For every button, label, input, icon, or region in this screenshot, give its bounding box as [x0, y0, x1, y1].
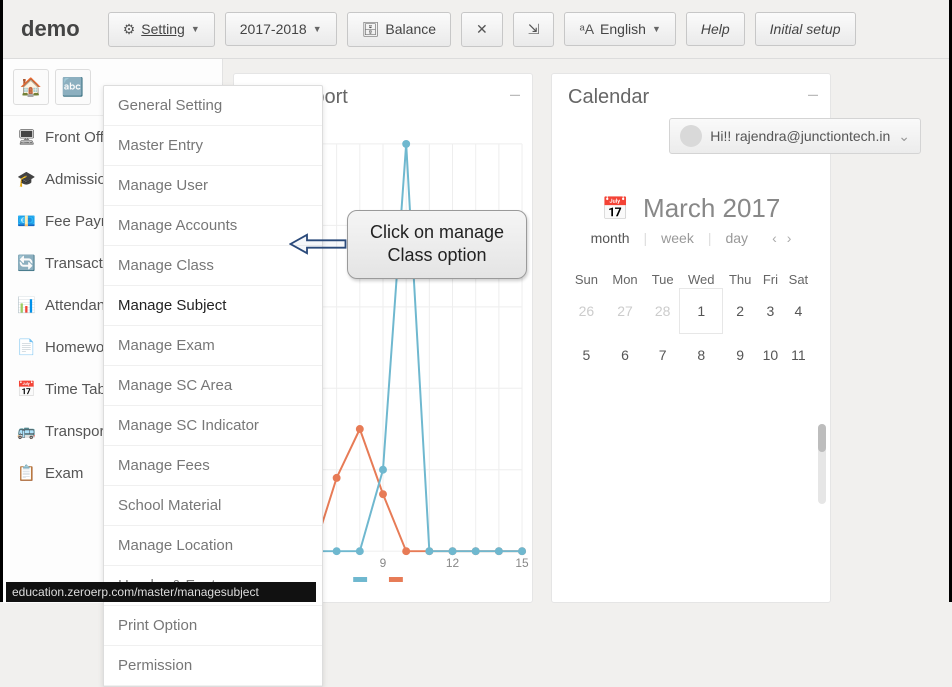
dropdown-item[interactable]: Manage SC Area: [104, 366, 322, 406]
balance-label: Balance: [385, 21, 436, 37]
callout-line2: Class option: [370, 244, 504, 267]
diagonal-arrows-icon: ⇲: [528, 21, 540, 38]
user-menu-button[interactable]: Hi!! rajendra@junctiontech.in ⌄: [669, 118, 921, 154]
calendar-dow: Mon: [605, 268, 645, 289]
initial-setup-button[interactable]: Initial setup: [755, 12, 856, 46]
sidebar-item-label: Transport: [45, 423, 109, 440]
resize-button[interactable]: ⇲: [513, 12, 555, 47]
calendar-scrollbar[interactable]: [818, 424, 826, 504]
tab-month[interactable]: month: [591, 230, 630, 246]
arrow-icon: [289, 233, 347, 255]
calendar-next-button[interactable]: ›: [787, 230, 792, 246]
calendar-cell[interactable]: 26: [568, 289, 605, 333]
calendar-cell[interactable]: 2: [722, 289, 758, 333]
avatar-icon: [680, 125, 702, 147]
sidebar-item-icon: 📊: [17, 296, 35, 314]
dropdown-item[interactable]: Manage User: [104, 166, 322, 206]
dropdown-item[interactable]: Manage SC Indicator: [104, 406, 322, 446]
sidebar-item-icon: 🖥: [17, 128, 35, 146]
top-toolbar: demo ⚙ Setting ▼ 2017-2018 ▼ 🗄 Balance ✕…: [3, 0, 949, 59]
sidebar-item-icon: 📄: [17, 338, 35, 356]
calendar-cell[interactable]: 11: [783, 333, 814, 377]
dropdown-item[interactable]: Manage Location: [104, 526, 322, 566]
calendar-prev-button[interactable]: ‹: [772, 230, 777, 246]
dropdown-item[interactable]: Permission: [104, 646, 322, 686]
year-dropdown-button[interactable]: 2017-2018 ▼: [225, 12, 337, 46]
chevron-down-icon: ▼: [652, 24, 661, 34]
language-dropdown-button[interactable]: ᵃA English ▼: [564, 12, 675, 46]
help-label: Help: [701, 21, 730, 37]
chevron-down-icon: ⌄: [898, 128, 910, 145]
calendar-cell[interactable]: 4: [783, 289, 814, 333]
dropdown-item[interactable]: General Setting: [104, 86, 322, 126]
setting-dropdown-button[interactable]: ⚙ Setting ▼: [108, 12, 215, 47]
calendar-cell[interactable]: 27: [605, 289, 645, 333]
dropdown-item[interactable]: Manage Fees: [104, 446, 322, 486]
home-button[interactable]: 🏠: [13, 69, 49, 105]
initial-setup-label: Initial setup: [770, 21, 841, 37]
sidebar-item-label: Exam: [45, 465, 83, 482]
app-logo: demo: [15, 10, 90, 48]
calendar-cell[interactable]: 28: [645, 289, 680, 333]
status-bar: education.zeroerp.com/master/managesubje…: [6, 582, 316, 602]
collapse-button[interactable]: –: [808, 84, 818, 105]
calendar-cell[interactable]: 10: [758, 333, 783, 377]
sidebar-item-icon: 📅: [17, 380, 35, 398]
calendar-cell[interactable]: 5: [568, 333, 605, 377]
help-button[interactable]: Help: [686, 12, 745, 46]
calendar-cell[interactable]: 1: [680, 289, 722, 333]
dropdown-item[interactable]: Manage Exam: [104, 326, 322, 366]
calendar-dow: Thu: [722, 268, 758, 289]
calendar-dow: Fri: [758, 268, 783, 289]
sidebar-item-icon: 💶: [17, 212, 35, 230]
calendar-month-label: March 2017: [643, 193, 780, 224]
fullscreen-button[interactable]: ✕: [461, 12, 503, 47]
calendar-cell[interactable]: 6: [605, 333, 645, 377]
setting-label: Setting: [141, 21, 185, 37]
calendar-cell[interactable]: 8: [680, 333, 722, 377]
database-icon: 🗄: [362, 21, 380, 38]
calendar-cell[interactable]: 7: [645, 333, 680, 377]
sidebar-item-icon: 🚌: [17, 422, 35, 440]
svg-text:12: 12: [446, 556, 460, 570]
language-icon: ᵃA: [579, 21, 594, 37]
svg-text:15: 15: [515, 556, 529, 570]
calendar-dow: Sat: [783, 268, 814, 289]
sidebar-item-icon: 🎓: [17, 170, 35, 188]
dropdown-item[interactable]: Master Entry: [104, 126, 322, 166]
calendar-title: Calendar: [568, 86, 814, 109]
sidebar-item-icon: 📋: [17, 464, 35, 482]
tab-week[interactable]: week: [661, 230, 694, 246]
gear-icon: ⚙: [123, 21, 136, 38]
translate-button[interactable]: 🔤: [55, 69, 91, 105]
collapse-button[interactable]: –: [510, 84, 520, 105]
calendar-dow: Tue: [645, 268, 680, 289]
dropdown-item[interactable]: Manage Subject: [104, 286, 322, 326]
calendar-dow: Sun: [568, 268, 605, 289]
balance-button[interactable]: 🗄 Balance: [347, 12, 451, 47]
calendar-view-tabs: month | week | day ‹ ›: [568, 230, 814, 246]
callout-line1: Click on manage: [370, 221, 504, 244]
expand-icon: ✕: [476, 21, 488, 38]
annotation-callout: Click on manage Class option: [289, 210, 527, 279]
tab-day[interactable]: day: [725, 230, 748, 246]
dropdown-item[interactable]: Print Option: [104, 606, 322, 646]
year-label: 2017-2018: [240, 21, 307, 37]
home-icon: 🏠: [20, 77, 42, 98]
calendar-icon: 📅: [602, 196, 629, 222]
user-greeting: Hi!! rajendra@junctiontech.in: [710, 128, 890, 144]
calendar-cell[interactable]: 3: [758, 289, 783, 333]
svg-text:9: 9: [380, 556, 387, 570]
chevron-down-icon: ▼: [191, 24, 200, 34]
calendar-cell[interactable]: 9: [722, 333, 758, 377]
chevron-down-icon: ▼: [313, 24, 322, 34]
calendar-grid: SunMonTueWedThuFriSat 2627281234 56789101…: [568, 268, 814, 377]
dropdown-item[interactable]: School Material: [104, 486, 322, 526]
language-label: English: [600, 21, 646, 37]
translate-icon: 🔤: [62, 77, 84, 98]
calendar-dow: Wed: [680, 268, 722, 289]
sidebar-item-icon: 🔄: [17, 254, 35, 272]
